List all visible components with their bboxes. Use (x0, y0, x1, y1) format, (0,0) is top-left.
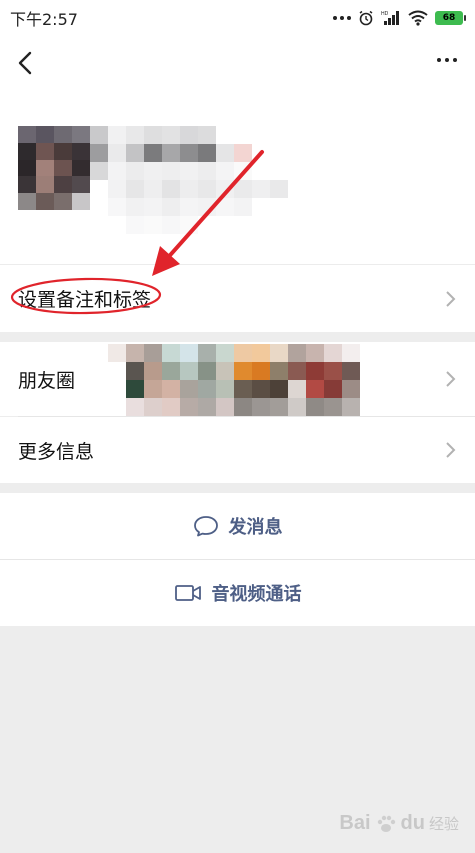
avatar[interactable] (18, 126, 90, 210)
watermark-brand: Bai (339, 812, 371, 834)
battery-level: 68 (442, 13, 456, 23)
battery-icon: 68 (435, 11, 466, 25)
moments-label: 朋友圈 (18, 369, 76, 392)
chat-bubble-icon (193, 516, 218, 537)
wifi-icon (408, 10, 428, 26)
baidu-watermark: Bai du 经验 (339, 812, 459, 835)
video-call-button[interactable]: 音视频通话 (0, 560, 475, 626)
more-options-button[interactable] (437, 58, 457, 62)
hd-signal-icon: HD (381, 11, 399, 25)
video-call-label: 音视频通话 (211, 584, 302, 605)
chevron-right-icon (446, 371, 456, 387)
watermark-sub: 经验 (428, 816, 459, 833)
nav-bar (0, 36, 475, 90)
moments-photo-preview (108, 344, 378, 416)
profile-header (0, 90, 475, 264)
remark-tags-row[interactable]: 设置备注和标签 (0, 264, 475, 332)
watermark-brand2: du (400, 812, 425, 834)
profile-name (90, 126, 288, 234)
remark-tags-label: 设置备注和标签 (18, 289, 152, 311)
more-dots-icon (333, 16, 351, 20)
more-info-label: 更多信息 (18, 440, 95, 463)
status-time: 下午2:57 (10, 10, 78, 29)
alarm-icon (359, 10, 373, 26)
status-icons: HD 68 (333, 10, 466, 26)
paw-icon (377, 815, 395, 832)
chevron-right-icon (446, 290, 456, 307)
video-camera-icon (174, 585, 201, 601)
back-chevron-icon[interactable] (12, 48, 42, 78)
status-bar: 下午2:57 HD 68 (0, 0, 475, 36)
svg-text:HD: HD (381, 11, 389, 17)
chevron-right-icon (446, 442, 456, 458)
moments-row[interactable]: 朋友圈 (0, 342, 475, 416)
more-info-row[interactable]: 更多信息 (0, 417, 475, 483)
send-message-button[interactable]: 发消息 (0, 493, 475, 559)
send-message-label: 发消息 (228, 517, 283, 538)
